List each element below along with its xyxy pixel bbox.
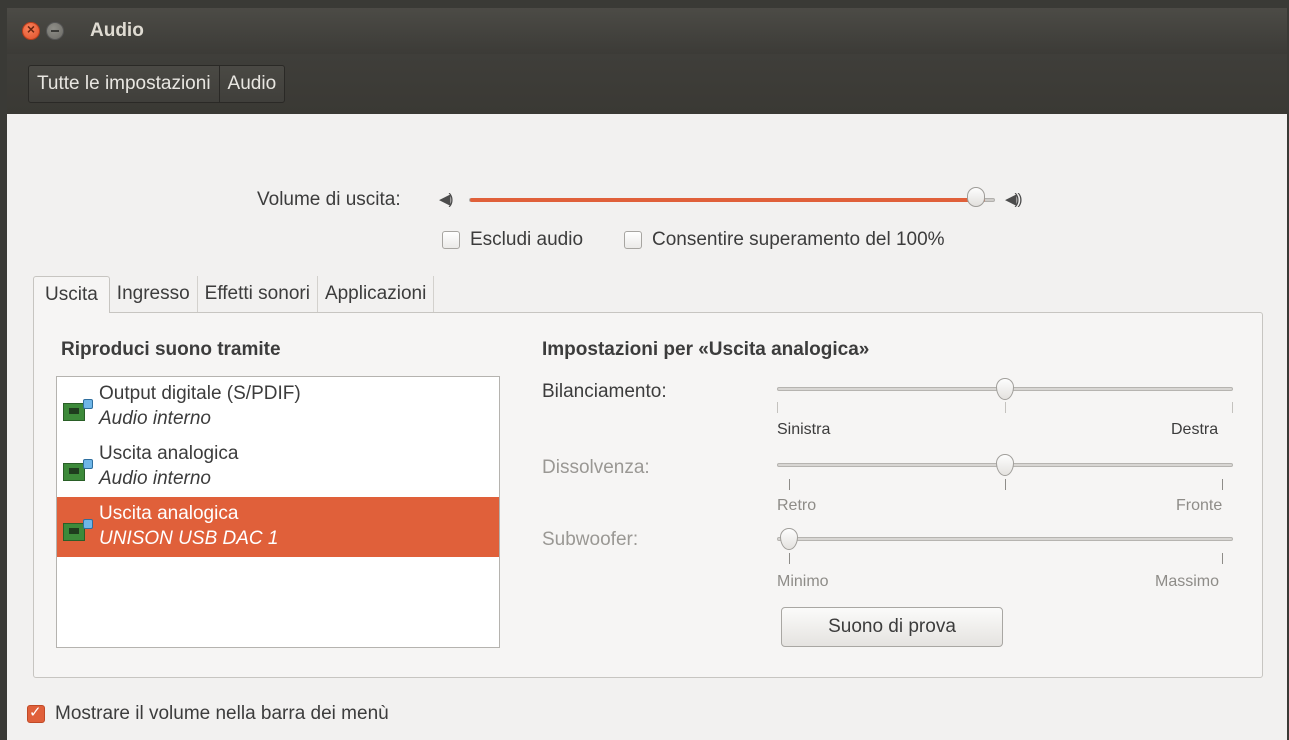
tab-sound-effects[interactable]: Effetti sonori bbox=[198, 276, 318, 313]
mute-option[interactable]: Escludi audio bbox=[442, 229, 583, 251]
overamplify-checkbox[interactable] bbox=[624, 231, 642, 249]
fade-left-label: Retro bbox=[777, 497, 817, 514]
mute-checkbox[interactable] bbox=[442, 231, 460, 249]
output-volume-slider[interactable] bbox=[469, 198, 995, 202]
window-title: Audio bbox=[90, 20, 144, 41]
title-bar: Audio bbox=[7, 8, 1287, 54]
speaker-low-icon: ◀) bbox=[439, 191, 453, 208]
speaker-high-icon: ◀)) bbox=[1005, 191, 1022, 208]
breadcrumb: Tutte le impostazioni Audio bbox=[28, 65, 286, 103]
subwoofer-tick-left bbox=[789, 553, 790, 564]
fade-tick-left bbox=[789, 479, 790, 490]
output-volume-handle[interactable] bbox=[967, 187, 985, 207]
sound-card-icon bbox=[63, 519, 93, 541]
show-volume-checkbox[interactable] bbox=[27, 703, 45, 723]
balance-label: Bilanciamento: bbox=[542, 381, 667, 402]
tab-bar: Uscita Ingresso Effetti sonori Applicazi… bbox=[33, 276, 435, 313]
balance-handle[interactable] bbox=[996, 378, 1014, 400]
output-volume-label: Volume di uscita: bbox=[257, 189, 401, 210]
device-sub: Audio interno bbox=[99, 408, 211, 429]
balance-left-label: Sinistra bbox=[777, 421, 831, 438]
show-volume-label: Mostrare il volume nella barra dei menù bbox=[55, 703, 389, 724]
minimize-button[interactable] bbox=[46, 22, 64, 40]
device-sub: UNISON USB DAC 1 bbox=[99, 528, 279, 549]
fade-label: Dissolvenza: bbox=[542, 457, 650, 478]
tab-input[interactable]: Ingresso bbox=[110, 276, 198, 313]
list-item-device[interactable]: Output digitale (S/PDIF) Audio interno bbox=[57, 377, 499, 437]
device-list-heading: Riproduci suono tramite bbox=[61, 339, 281, 360]
sound-card-icon bbox=[63, 399, 93, 421]
subwoofer-slider[interactable] bbox=[777, 537, 1233, 541]
tab-output[interactable]: Uscita bbox=[33, 276, 110, 313]
fade-right-label: Fronte bbox=[1176, 497, 1223, 514]
tab-applications[interactable]: Applicazioni bbox=[318, 276, 435, 313]
toolbar: Tutte le impostazioni Audio bbox=[7, 54, 1287, 114]
fade-tick-right bbox=[1222, 479, 1223, 490]
output-volume-fill bbox=[470, 198, 985, 202]
balance-tick-left bbox=[777, 402, 778, 413]
mute-label: Escludi audio bbox=[470, 229, 584, 250]
balance-tick-right bbox=[1232, 402, 1233, 413]
subwoofer-right-label: Massimo bbox=[1155, 573, 1220, 590]
breadcrumb-audio[interactable]: Audio bbox=[218, 66, 285, 102]
subwoofer-left-label: Minimo bbox=[777, 573, 829, 590]
list-item-device[interactable]: Uscita analogica Audio interno bbox=[57, 437, 499, 497]
device-sub: Audio interno bbox=[99, 468, 211, 489]
device-list[interactable]: Output digitale (S/PDIF) Audio interno U… bbox=[56, 376, 500, 648]
subwoofer-handle[interactable] bbox=[780, 528, 798, 550]
close-button[interactable] bbox=[22, 21, 40, 40]
device-name: Uscita analogica bbox=[99, 443, 239, 464]
balance-tick-center bbox=[1005, 402, 1006, 413]
settings-content: Volume di uscita: ◀) ◀)) Escludi audio C… bbox=[7, 114, 1287, 740]
show-volume-option[interactable]: Mostrare il volume nella barra dei menù bbox=[27, 703, 389, 725]
device-name: Uscita analogica bbox=[99, 503, 239, 524]
fade-handle[interactable] bbox=[996, 454, 1014, 476]
balance-right-label: Destra bbox=[1171, 421, 1219, 438]
overamplify-option[interactable]: Consentire superamento del 100% bbox=[624, 229, 945, 251]
subwoofer-label: Subwoofer: bbox=[542, 529, 639, 550]
audio-settings-window: Audio Tutte le impostazioni Audio Volume… bbox=[7, 8, 1287, 740]
subwoofer-tick-right bbox=[1222, 553, 1223, 564]
settings-heading: Impostazioni per «Uscita analogica» bbox=[542, 339, 870, 360]
sound-card-icon bbox=[63, 459, 93, 481]
output-panel: Riproduci suono tramite Output digitale … bbox=[33, 312, 1263, 678]
fade-tick-center bbox=[1005, 479, 1006, 490]
breadcrumb-all-settings[interactable]: Tutte le impostazioni bbox=[29, 66, 219, 102]
device-name: Output digitale (S/PDIF) bbox=[99, 383, 301, 404]
overamplify-label: Consentire superamento del 100% bbox=[652, 229, 945, 250]
test-sound-button[interactable]: Suono di prova bbox=[781, 607, 1003, 647]
list-item-device[interactable]: Uscita analogica UNISON USB DAC 1 bbox=[57, 497, 499, 557]
